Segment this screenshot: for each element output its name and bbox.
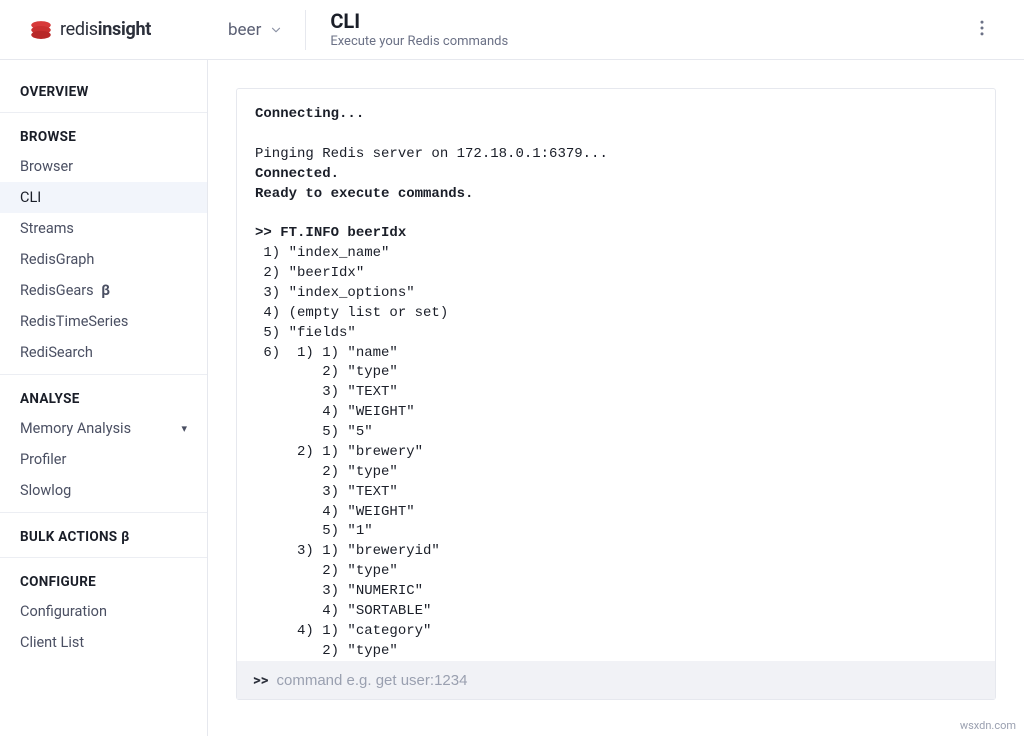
cli-line: 4) "SORTABLE" (255, 603, 431, 619)
cli-connecting: Connecting... (255, 106, 364, 122)
sidebar-item-label: Slowlog (20, 482, 71, 499)
cli-line: 6) 1) 1) "name" (255, 345, 398, 361)
sidebar: OVERVIEW BROWSE Browser CLI Streams Redi… (0, 60, 208, 736)
sidebar-item-slowlog[interactable]: Slowlog (0, 475, 207, 506)
brand-name: redisinsight (60, 19, 151, 40)
cli-cmd-prefix: >> (255, 225, 280, 241)
cli-ready: Ready to execute commands. (255, 186, 473, 202)
cli-line: 3) "TEXT" (255, 484, 398, 500)
sidebar-item-label: Streams (20, 220, 74, 237)
cli-line: 4) "WEIGHT" (255, 404, 415, 420)
sidebar-item-redisgears[interactable]: RedisGears β (0, 275, 207, 306)
cli-line: 2) "type" (255, 643, 398, 659)
cli-input-bar: >> (237, 661, 995, 699)
sidebar-item-memory-analysis[interactable]: Memory Analysis ▾ (0, 413, 207, 444)
sidebar-item-label: Browser (20, 158, 73, 175)
sidebar-item-redisearch[interactable]: RediSearch (0, 337, 207, 368)
content-pane: Connecting... Pinging Redis server on 17… (208, 60, 1024, 736)
more-menu-button[interactable] (964, 10, 1000, 50)
sidebar-section-browse: BROWSE (0, 119, 207, 151)
cli-command: FT.INFO beerIdx (280, 225, 406, 241)
sidebar-item-label: RedisGears (20, 282, 94, 299)
sidebar-item-label: RediSearch (20, 344, 93, 361)
sidebar-section-analyse: ANALYSE (0, 381, 207, 413)
page-subtitle: Execute your Redis commands (330, 34, 508, 49)
cli-line: 5) "5" (255, 424, 373, 440)
chevron-down-icon (269, 23, 283, 37)
cli-line: 3) "index_options" (255, 285, 415, 301)
cli-line: 3) "NUMERIC" (255, 583, 423, 599)
sidebar-item-cli[interactable]: CLI (0, 182, 207, 213)
cli-line: 1) "index_name" (255, 245, 389, 261)
sidebar-item-redisgraph[interactable]: RedisGraph (0, 244, 207, 275)
kebab-icon (972, 18, 992, 38)
cli-input-prompt: >> (253, 671, 268, 689)
sidebar-item-profiler[interactable]: Profiler (0, 444, 207, 475)
redis-logo-icon (28, 17, 54, 43)
sidebar-item-configuration[interactable]: Configuration (0, 596, 207, 627)
cli-line: 2) "beerIdx" (255, 265, 364, 281)
brand-logo[interactable]: redisinsight (28, 17, 210, 43)
sidebar-item-label: Configuration (20, 603, 107, 620)
cli-line: 2) "type" (255, 563, 398, 579)
cli-panel: Connecting... Pinging Redis server on 17… (236, 88, 996, 700)
cli-line: 2) 1) "brewery" (255, 444, 423, 460)
cli-output[interactable]: Connecting... Pinging Redis server on 17… (237, 89, 995, 661)
sidebar-item-label: RedisTimeSeries (20, 313, 128, 330)
sidebar-item-label: Client List (20, 634, 84, 651)
cli-input[interactable] (276, 672, 979, 689)
sidebar-item-streams[interactable]: Streams (0, 213, 207, 244)
sidebar-section-bulk-actions[interactable]: BULK ACTIONS β (0, 519, 207, 551)
page-heading: CLI Execute your Redis commands (314, 10, 508, 49)
sidebar-item-label: Profiler (20, 451, 66, 468)
database-name: beer (228, 20, 261, 40)
sidebar-item-browser[interactable]: Browser (0, 151, 207, 182)
watermark: wsxdn.com (958, 719, 1018, 732)
cli-line: 4) 1) "category" (255, 623, 431, 639)
cli-line: 5) "1" (255, 523, 373, 539)
sidebar-section-label: BULK ACTIONS (20, 529, 117, 545)
cli-line: 5) "fields" (255, 325, 356, 341)
sidebar-item-redistimeseries[interactable]: RedisTimeSeries (0, 306, 207, 337)
cli-line: 2) "type" (255, 464, 398, 480)
sidebar-section-overview[interactable]: OVERVIEW (0, 74, 207, 106)
database-selector[interactable]: beer (210, 10, 305, 50)
top-bar: redisinsight beer CLI Execute your Redis… (0, 0, 1024, 60)
cli-connected: Connected. (255, 166, 339, 182)
sidebar-item-label: RedisGraph (20, 251, 94, 268)
vertical-divider (305, 10, 306, 50)
main-area: OVERVIEW BROWSE Browser CLI Streams Redi… (0, 60, 1024, 736)
cli-line: 4) "WEIGHT" (255, 504, 415, 520)
sidebar-item-client-list[interactable]: Client List (0, 627, 207, 658)
cli-line: 3) "TEXT" (255, 384, 398, 400)
cli-ping-line: Pinging Redis server on 172.18.0.1:6379.… (255, 146, 608, 162)
cli-line: 4) (empty list or set) (255, 305, 448, 321)
sidebar-section-configure: CONFIGURE (0, 564, 207, 596)
sidebar-item-label: Memory Analysis (20, 420, 131, 437)
caret-down-icon: ▾ (181, 422, 187, 435)
beta-badge: β (101, 282, 110, 299)
sidebar-item-label: CLI (20, 189, 41, 206)
beta-badge: β (121, 529, 129, 545)
page-title: CLI (330, 10, 508, 32)
cli-line: 2) "type" (255, 364, 398, 380)
cli-line: 3) 1) "breweryid" (255, 543, 440, 559)
